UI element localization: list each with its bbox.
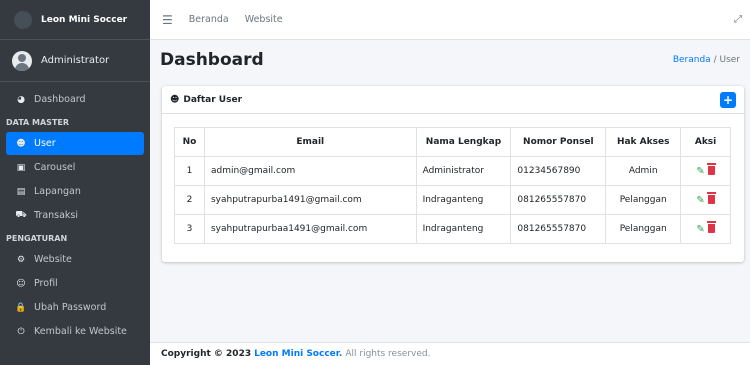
cell-actions: ✎: [680, 156, 731, 186]
cell-email: syahputrapurbaa1491@gmail.com: [203, 214, 417, 244]
cell-phone: 081265557870: [510, 214, 607, 244]
edit-icon[interactable]: ✎: [696, 195, 704, 206]
sidebar-item-label: Profil: [34, 278, 58, 289]
sidebar-item-kembali-ke-website[interactable]: ⏻ Kembali ke Website: [6, 320, 144, 343]
footer-brand-link[interactable]: Leon Mini Soccer.: [254, 349, 342, 359]
cell-no: 1: [174, 156, 205, 186]
cell-email: syahputrapurba1491@gmail.com: [203, 185, 417, 215]
brand-link[interactable]: Leon Mini Soccer: [0, 0, 150, 40]
breadcrumb-separator: /: [713, 55, 717, 65]
sidebar-item-dashboard[interactable]: ◕ Dashboard: [6, 88, 144, 111]
sidebar-item-profil[interactable]: ☺ Profil: [6, 272, 144, 295]
cell-actions: ✎: [680, 185, 731, 215]
cart-icon: ⛟: [15, 210, 27, 220]
sidebar-item-label: Transaksi: [34, 210, 79, 221]
users-icon: ☻: [170, 94, 180, 105]
sidebar-item-label: Kembali ke Website: [34, 326, 127, 337]
table-row: 1 admin@gmail.com Administrator 01234567890…: [174, 156, 731, 186]
brand-name: Leon Mini Soccer: [41, 14, 128, 25]
brand-logo: [14, 10, 32, 29]
sidebar-item-label: Dashboard: [34, 94, 86, 105]
table-body: 1 admin@gmail.com Administrator 01234567890…: [174, 156, 731, 244]
footer-rights: All rights reserved.: [345, 349, 431, 359]
image-icon: ▣: [16, 162, 26, 173]
nav-link-beranda[interactable]: Beranda: [189, 14, 229, 25]
avatar: [12, 50, 32, 71]
cell-phone: 081265557870: [510, 185, 607, 215]
lock-icon: 🔒: [15, 302, 27, 313]
sidebar-item-user[interactable]: ☻ User: [6, 132, 144, 155]
cell-phone: 01234567890: [510, 156, 607, 186]
sidebar-item-ubah-password[interactable]: 🔒 Ubah Password: [6, 296, 144, 319]
column-header-no: No: [174, 127, 205, 157]
cell-role: Admin: [605, 156, 682, 186]
trash-icon[interactable]: [706, 163, 716, 175]
user-name: Administrator: [41, 55, 110, 66]
trash-icon[interactable]: [706, 192, 716, 204]
table-row: 2 syahputrapurba1491@gmail.com Indraganten…: [174, 185, 731, 215]
edit-icon[interactable]: ✎: [696, 166, 704, 177]
sidebar-item-label: Lapangan: [34, 186, 81, 197]
sidebar-item-label: User: [34, 138, 56, 149]
sidebar-item-website[interactable]: ⚙ Website: [6, 248, 144, 271]
edit-icon[interactable]: ✎: [696, 224, 704, 235]
column-header-phone: Nomor Ponsel: [510, 127, 607, 157]
sidebar-nav: ◕ Dashboard DATA MASTER ☻ User ▣ Carousel ▤ Lapa…: [0, 82, 150, 343]
nav-link-website[interactable]: Website: [245, 14, 283, 25]
hamburger-menu-icon[interactable]: ☰: [162, 13, 173, 27]
building-icon: ▤: [16, 186, 26, 197]
sidebar-item-transaksi[interactable]: ⛟ Transaksi: [6, 204, 144, 227]
cogs-icon: ⚙: [16, 254, 26, 265]
nav-header: PENGATURAN: [6, 233, 68, 243]
user-table: No Email Nama Lengkap Nomor Ponsel Hak A…: [174, 127, 731, 244]
cell-name: Indraganteng: [415, 185, 512, 215]
column-header-email: Email: [203, 127, 417, 157]
column-header-actions: Aksi: [680, 127, 731, 157]
cell-actions: ✎: [680, 214, 731, 244]
power-icon: ⏻: [17, 326, 25, 337]
user-panel[interactable]: Administrator: [0, 40, 150, 82]
table-row: 3 syahputrapurbaa1491@gmail.com Indragante…: [174, 214, 731, 244]
cell-role: Pelanggan: [605, 214, 682, 244]
tachometer-icon: ◕: [17, 94, 25, 105]
cell-name: Administrator: [415, 156, 512, 186]
sidebar-item-label: Website: [34, 254, 72, 265]
footer-copyright: Copyright © 2023: [161, 349, 252, 359]
table-header-row: No Email Nama Lengkap Nomor Ponsel Hak A…: [174, 127, 731, 157]
sidebar-item-label: Ubah Password: [34, 302, 107, 313]
sidebar-item-carousel[interactable]: ▣ Carousel: [6, 156, 144, 179]
card-header: ☻ Daftar User +: [162, 86, 744, 114]
content-header: Dashboard Beranda / User: [150, 40, 750, 80]
footer: Copyright © 2023 Leon Mini Soccer. All r…: [150, 342, 750, 365]
fullscreen-icon[interactable]: ⤢: [734, 14, 742, 25]
cell-role: Pelanggan: [605, 185, 682, 215]
card-title: Daftar User: [183, 94, 243, 105]
sidebar-item-label: Carousel: [34, 162, 76, 173]
cell-email: admin@gmail.com: [203, 156, 417, 186]
user-cog-icon: ☺: [16, 278, 26, 289]
users-icon: ☻: [16, 138, 26, 149]
page-title: Dashboard: [160, 50, 264, 70]
breadcrumb-current: User: [719, 55, 740, 65]
user-list-card: ☻ Daftar User + No Email Nama Lengkap No…: [162, 86, 744, 262]
cell-no: 3: [174, 214, 205, 244]
breadcrumb-home[interactable]: Beranda: [673, 55, 711, 65]
column-header-role: Hak Akses: [605, 127, 682, 157]
add-user-button[interactable]: +: [720, 91, 736, 108]
breadcrumb: Beranda / User: [673, 55, 740, 65]
column-header-name: Nama Lengkap: [415, 127, 512, 157]
trash-icon[interactable]: [706, 221, 716, 233]
sidebar-item-lapangan[interactable]: ▤ Lapangan: [6, 180, 144, 203]
top-navbar: ☰ Beranda Website ⤢: [150, 0, 750, 40]
cell-name: Indraganteng: [415, 214, 512, 244]
sidebar: Leon Mini Soccer Administrator ◕ Dashboar…: [0, 0, 150, 365]
cell-no: 2: [174, 185, 205, 215]
nav-header: DATA MASTER: [6, 117, 70, 127]
